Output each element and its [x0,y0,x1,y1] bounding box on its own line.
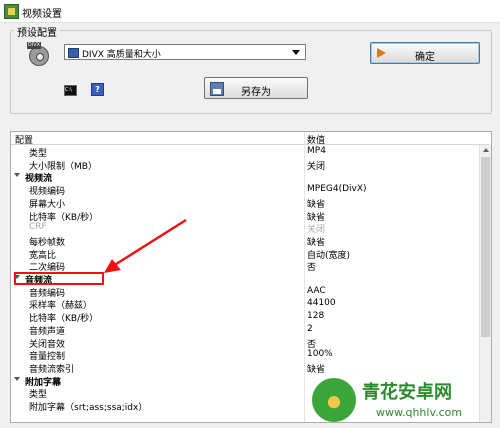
arrow-shaft [112,218,187,268]
watermark-logo-icon [312,378,356,422]
watermark: 青花安卓网 www.qhhlv.com [312,376,500,428]
annotation-arrow [104,218,187,273]
watermark-name: 青花安卓网 [362,382,452,403]
watermark-url: www.qhhlv.com [376,406,463,419]
